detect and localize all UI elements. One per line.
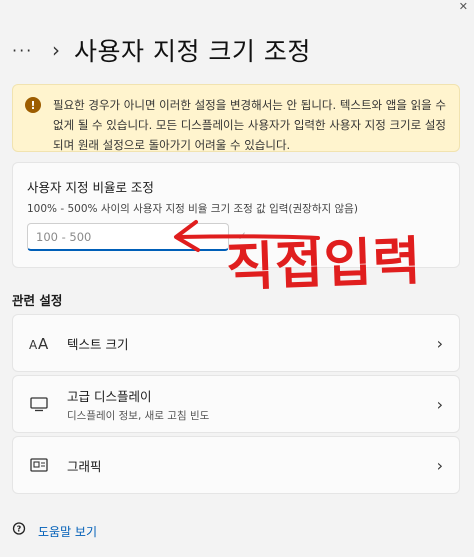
custom-scale-input[interactable]	[27, 223, 229, 251]
text-size-icon: AA	[29, 335, 51, 351]
related-item-label: 그래픽	[67, 458, 102, 474]
chevron-right-icon: ›	[436, 333, 443, 353]
page-header: ··· › 사용자 지정 크기 조정	[12, 30, 311, 70]
related-item-subtitle: 디스플레이 정보, 새로 고침 빈도	[67, 409, 210, 422]
related-item-graphics[interactable]: 그래픽 ›	[12, 436, 460, 494]
related-item-label: 고급 디스플레이	[67, 388, 152, 404]
get-help-label: 도움말 보기	[38, 524, 98, 539]
chevron-right-icon: ›	[436, 455, 443, 475]
page-title: 사용자 지정 크기 조정	[74, 37, 311, 66]
close-icon[interactable]: ✕	[459, 0, 468, 13]
graphics-card-icon	[29, 457, 51, 473]
warning-banner: ! 필요한 경우가 아니면 이러한 설정을 변경해서는 안 됩니다. 텍스트와 …	[12, 84, 460, 152]
get-help-link[interactable]: ? 도움말 보기	[12, 522, 97, 540]
help-chat-icon: ?	[12, 522, 26, 540]
more-button[interactable]: ···	[12, 41, 42, 60]
related-settings-title: 관련 설정	[12, 293, 63, 308]
related-item-text-size[interactable]: AA 텍스트 크기 ›	[12, 314, 460, 372]
svg-text:A: A	[29, 338, 38, 351]
custom-scale-description: 100% - 500% 사이의 사용자 지정 비율 크기 조정 값 입력(권장하…	[27, 203, 358, 215]
svg-text:A: A	[38, 335, 49, 351]
warning-text: 필요한 경우가 아니면 이러한 설정을 변경해서는 안 됩니다. 텍스트와 앱을…	[53, 98, 447, 152]
svg-text:?: ?	[17, 525, 22, 534]
warning-icon: !	[25, 97, 41, 113]
chevron-right-icon: ›	[436, 394, 443, 414]
custom-scale-title: 사용자 지정 비율로 조정	[27, 180, 154, 195]
breadcrumb-chevron-icon: ›	[52, 38, 60, 62]
related-item-advanced-display[interactable]: 고급 디스플레이 디스플레이 정보, 새로 고침 빈도 ›	[12, 375, 460, 433]
monitor-icon	[29, 396, 51, 412]
annotation-text: 직접입력	[225, 231, 423, 299]
window-top-edge	[0, 0, 474, 12]
related-item-label: 텍스트 크기	[67, 336, 129, 352]
